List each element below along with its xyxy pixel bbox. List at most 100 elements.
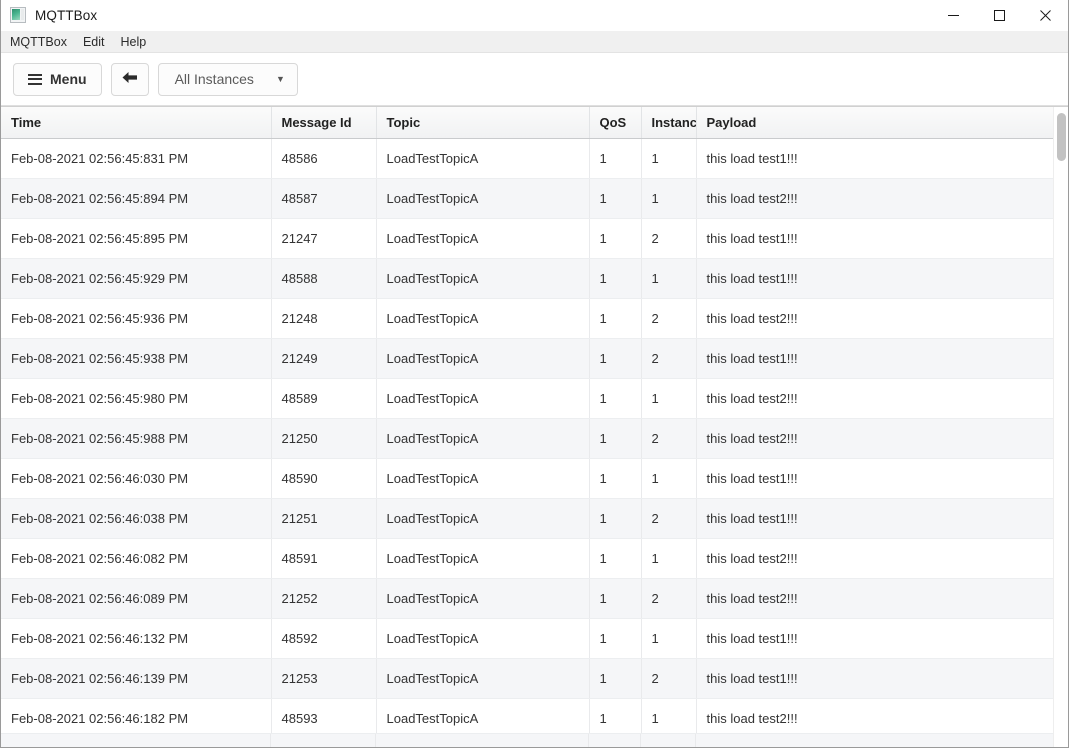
cell-topic: LoadTestTopicA [376,218,590,259]
cell-time: Feb-08-2021 02:56:45:980 PM [1,378,272,419]
cell-msgid: 48591 [271,538,377,579]
cell-qos: 1 [589,178,642,219]
vertical-scrollbar[interactable] [1053,107,1068,747]
cell-instance: 2 [641,658,697,699]
cell-instance: 1 [641,458,697,499]
menu-button[interactable]: Menu [13,62,102,96]
cell-time: Feb-08-2021 02:56:46:038 PM [1,498,272,539]
cell-instance: 1 [641,258,697,299]
cell-topic: LoadTestTopicA [376,658,590,699]
cell-instance: 2 [641,498,697,539]
cell-topic: LoadTestTopicA [376,298,590,339]
cell-payload: this load test1!!! [696,618,1055,659]
cell-topic: LoadTestTopicA [376,578,590,619]
cell-topic: LoadTestTopicA [376,258,590,299]
table-row[interactable]: Feb-08-2021 02:56:46:030 PM 48590 LoadTest… [1,458,1055,499]
cell-payload: this load test1!!! [696,258,1055,299]
table-row[interactable]: Feb-08-2021 02:56:45:980 PM 48589 LoadTest… [1,378,1055,419]
column-header-topic[interactable]: Topic [376,107,590,139]
column-header-time[interactable]: Time [1,107,272,139]
mqttbox-window: MQTTBox MQTTBox Edit Help Menu All Insta… [0,0,1069,748]
cell-qos: 1 [589,418,642,459]
cell-time: Feb-08-2021 02:56:46:182 PM [1,698,272,739]
table-row[interactable]: Feb-08-2021 02:56:45:894 PM 48587 LoadTest… [1,178,1055,219]
toolbar: Menu All Instances ▼ [1,53,1068,106]
cell-topic: LoadTestTopicA [376,618,590,659]
cell-time: Feb-08-2021 02:56:46:089 PM [1,578,272,619]
cell-instance: 2 [641,298,697,339]
hamburger-icon [28,73,42,85]
cell-instance: 1 [641,698,697,739]
table-row[interactable]: Feb-08-2021 02:56:45:895 PM 21247 LoadTest… [1,218,1055,259]
table-row[interactable]: Feb-08-2021 02:56:46:139 PM 21253 LoadTest… [1,658,1055,699]
menu-item-help[interactable]: Help [121,33,154,51]
menu-item-mqttbox[interactable]: MQTTBox [10,33,74,51]
close-icon[interactable] [1022,0,1068,31]
table-header-row: Time Message Id Topic QoS Instance Paylo… [1,107,1055,139]
app-window-icon [10,7,26,23]
table-row[interactable]: Feb-08-2021 02:56:45:929 PM 48588 LoadTest… [1,258,1055,299]
messages-table: Time Message Id Topic QoS Instance Paylo… [1,107,1055,739]
cell-msgid: 48592 [271,618,377,659]
menu-button-label: Menu [50,71,87,87]
cell-topic: LoadTestTopicA [376,378,590,419]
column-header-instance[interactable]: Instance [641,107,697,139]
cell-instance: 2 [641,578,697,619]
maximize-icon[interactable] [976,0,1022,31]
cell-msgid: 48589 [271,378,377,419]
table-row[interactable]: Feb-08-2021 02:56:46:132 PM 48592 LoadTest… [1,618,1055,659]
cell-topic: LoadTestTopicA [376,698,590,739]
cell-msgid: 21252 [271,578,377,619]
back-button[interactable] [110,62,149,96]
cell-time: Feb-08-2021 02:56:46:132 PM [1,618,272,659]
cell-payload: this load test1!!! [696,458,1055,499]
cell-qos: 1 [589,698,642,739]
menu-item-edit[interactable]: Edit [83,33,112,51]
table-row[interactable]: Feb-08-2021 02:56:45:936 PM 21248 LoadTest… [1,298,1055,339]
cell-time: Feb-08-2021 02:56:46:030 PM [1,458,272,499]
cell-time: Feb-08-2021 02:56:45:936 PM [1,298,272,339]
column-header-qos[interactable]: QoS [589,107,642,139]
cell-time: Feb-08-2021 02:56:45:831 PM [1,138,272,179]
cell-topic: LoadTestTopicA [376,458,590,499]
cell-time: Feb-08-2021 02:56:45:894 PM [1,178,272,219]
messages-table-container: Time Message Id Topic QoS Instance Paylo… [1,106,1068,747]
cell-time: Feb-08-2021 02:56:46:082 PM [1,538,272,579]
cell-topic: LoadTestTopicA [376,498,590,539]
cell-payload: this load test2!!! [696,698,1055,739]
instances-dropdown[interactable]: All Instances ▼ [157,62,298,96]
table-row[interactable]: Feb-08-2021 02:56:45:831 PM 48586 LoadTest… [1,138,1055,179]
cell-instance: 1 [641,538,697,579]
cell-payload: this load test2!!! [696,178,1055,219]
cell-instance: 2 [641,418,697,459]
cell-payload: this load test1!!! [696,658,1055,699]
cell-instance: 1 [641,178,697,219]
cell-payload: this load test2!!! [696,418,1055,459]
table-row[interactable]: Feb-08-2021 02:56:46:038 PM 21251 LoadTest… [1,498,1055,539]
table-row[interactable]: Feb-08-2021 02:56:46:182 PM 48593 LoadTest… [1,698,1055,739]
cell-qos: 1 [589,458,642,499]
cell-qos: 1 [589,298,642,339]
table-row[interactable]: Feb-08-2021 02:56:46:082 PM 48591 LoadTest… [1,538,1055,579]
minimize-icon[interactable] [930,0,976,31]
cell-qos: 1 [589,538,642,579]
window-controls [930,0,1068,31]
cell-msgid: 21253 [271,658,377,699]
cell-qos: 1 [589,338,642,379]
cell-msgid: 48593 [271,698,377,739]
cell-payload: this load test2!!! [696,578,1055,619]
cell-qos: 1 [589,258,642,299]
column-header-payload[interactable]: Payload [696,107,1055,139]
vertical-scrollbar-thumb[interactable] [1057,113,1066,161]
table-row[interactable]: Feb-08-2021 02:56:46:089 PM 21252 LoadTest… [1,578,1055,619]
table-row[interactable]: Feb-08-2021 02:56:45:938 PM 21249 LoadTest… [1,338,1055,379]
cell-qos: 1 [589,578,642,619]
chevron-down-icon: ▼ [275,73,285,84]
cell-qos: 1 [589,498,642,539]
column-header-message-id[interactable]: Message Id [271,107,377,139]
cell-qos: 1 [589,658,642,699]
cell-topic: LoadTestTopicA [376,418,590,459]
title-bar: MQTTBox [1,0,1068,31]
cell-msgid: 21249 [271,338,377,379]
table-row[interactable]: Feb-08-2021 02:56:45:988 PM 21250 LoadTest… [1,418,1055,459]
